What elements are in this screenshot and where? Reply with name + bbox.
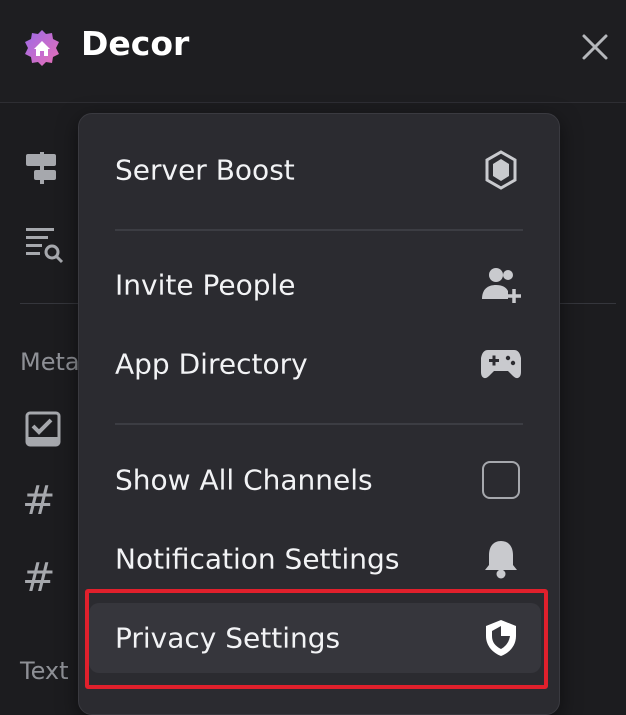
menu-item-privacy-settings[interactable]: Privacy Settings [89,603,541,673]
menu-item-app-directory[interactable]: App Directory [89,329,541,399]
home-icon[interactable] [22,28,62,68]
menu-item-label: Server Boost [115,153,295,187]
category-label[interactable]: Text [20,657,69,685]
hashtag-icon[interactable]: # [22,555,56,601]
menu-item-label: Show All Channels [115,463,373,497]
signpost-icon[interactable] [24,150,64,188]
menu-item-label: Privacy Settings [115,621,341,655]
category-label[interactable]: Meta [20,348,80,376]
menu-item-server-boost[interactable]: Server Boost [89,135,541,205]
menu-item-notification-settings[interactable]: Notification Settings [89,524,541,594]
menu-item-show-all-channels[interactable]: Show All Channels [89,445,541,515]
menu-divider [115,423,523,425]
close-icon[interactable] [578,30,612,64]
add-person-icon [479,263,523,307]
server-context-menu: Server Boost Invite People App Directory [78,113,560,715]
channel-browse-icon[interactable] [24,224,64,264]
hashtag-icon[interactable]: # [22,478,56,524]
shield-icon [479,616,523,660]
menu-item-label: Invite People [115,268,296,302]
server-header: Decor [0,0,626,103]
show-all-channels-checkbox[interactable] [482,461,520,499]
menu-item-label: Notification Settings [115,542,400,576]
gamepad-icon [479,342,523,386]
checkbox-icon[interactable] [479,458,523,502]
boost-gem-icon [479,148,523,192]
menu-divider [115,229,523,231]
checklist-icon[interactable] [24,410,62,448]
menu-item-invite-people[interactable]: Invite People [89,250,541,320]
bell-icon [479,537,523,581]
menu-item-label: App Directory [115,347,308,381]
server-name: Decor [81,24,190,63]
